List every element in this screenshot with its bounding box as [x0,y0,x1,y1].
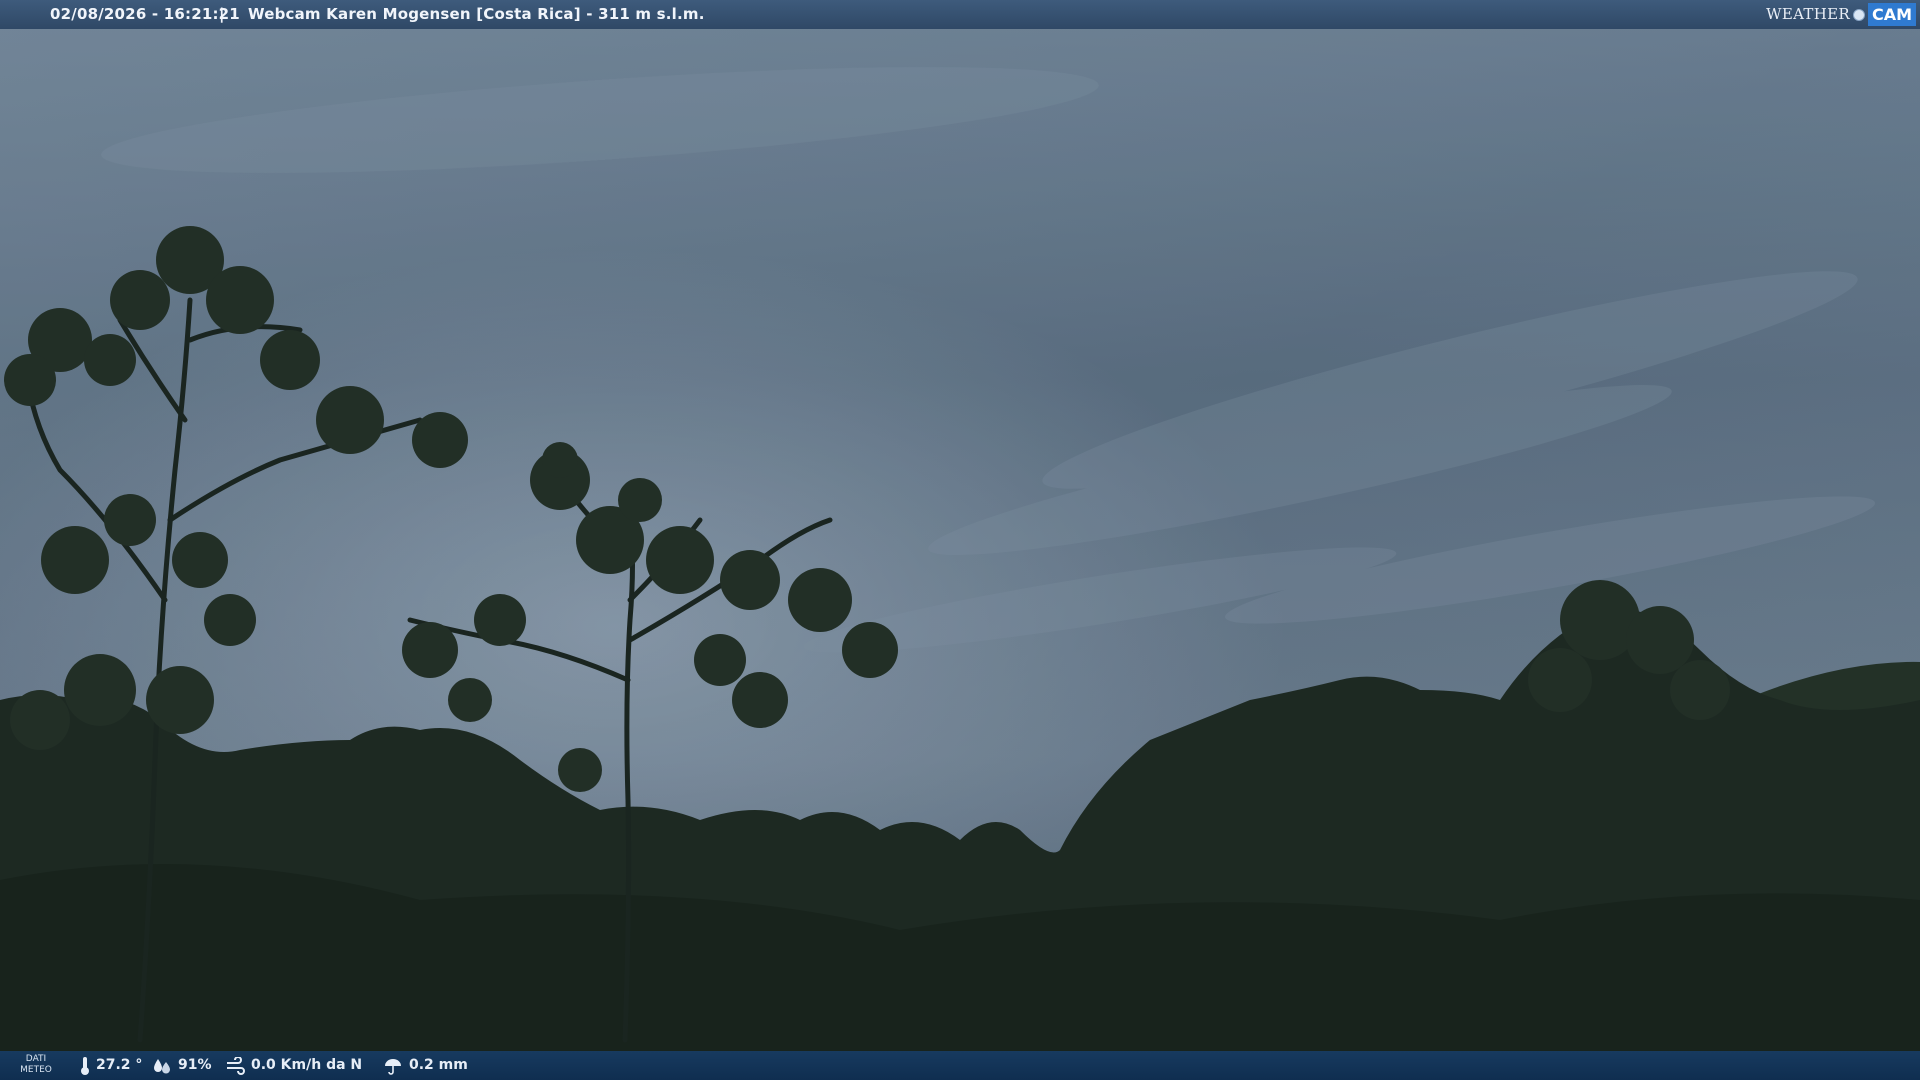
meteo-label: METEO [20,1065,52,1075]
logo-cam-text: CAM [1867,3,1916,26]
rain-umbrella-icon [385,1058,401,1075]
weathercam-logo: WEATHER CAM [1766,3,1916,26]
webcam-image [0,0,1920,1080]
humidity-drops-icon [154,1058,170,1073]
wind-value: 0.0 Km/h da N [251,1057,363,1073]
wind-icon [227,1056,245,1075]
dati-meteo-label: DATI METEO [16,1054,56,1076]
webcam-caption-bar: 02/08/2026 - 16:21:21 | Webcam Karen Mog… [0,0,1920,29]
logo-orb-icon [1852,8,1865,21]
temperature-value: 27.2 ° [96,1057,143,1073]
logo-weather-text: WEATHER [1766,5,1850,23]
dati-label: DATI [25,1054,47,1064]
rain-value: 0.2 mm [409,1057,468,1073]
thermometer-icon [81,1056,89,1075]
humidity-value: 91% [178,1057,212,1073]
weather-data-bar: DATI METEO 27.2 ° 91% 0.0 Km/h da N 0.2 … [0,1051,1920,1080]
webcam-frame: 02/08/2026 - 16:21:21 | Webcam Karen Mog… [0,0,1920,1080]
wind-item: 0.0 Km/h da N [225,1051,362,1080]
webcam-title: Webcam Karen Mogensen [Costa Rica] - 311… [248,5,705,23]
rain-item: 0.2 mm [383,1051,468,1080]
humidity-item: 91% [152,1051,212,1080]
timestamp: 02/08/2026 - 16:21:21 [50,5,240,23]
caption-separator: | [219,5,225,23]
temperature-item: 27.2 ° [80,1051,142,1080]
